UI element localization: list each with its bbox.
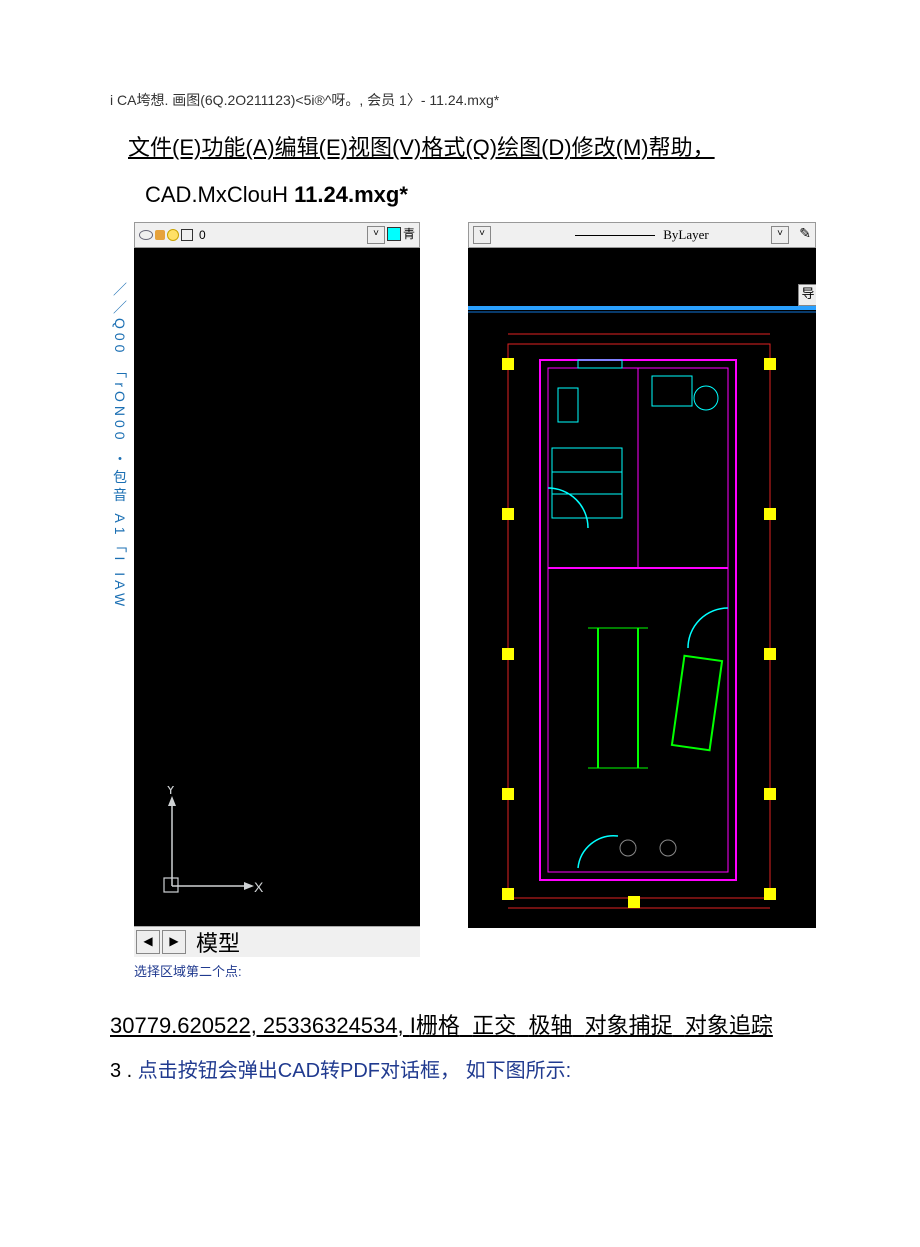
vertical-sidebar-text: ／／Q00 「rON00 ・包音 A1「I IAW: [110, 222, 134, 980]
layer-freeze-icon[interactable]: [167, 229, 179, 241]
linetype-label: ByLayer: [663, 227, 708, 243]
svg-text:Y: Y: [166, 786, 176, 797]
menu-help[interactable]: 帮助，: [649, 135, 715, 160]
ortho-toggle[interactable]: 正交: [472, 1013, 516, 1038]
step-number: 3 .: [110, 1060, 138, 1082]
color-swatch-icon: [387, 227, 401, 241]
floorplan-drawing: [468, 248, 816, 928]
command-prompt: 选择区域第二个点:: [134, 961, 420, 980]
grid-toggle[interactable]: I栅格: [410, 1013, 460, 1038]
polar-toggle[interactable]: 极轴: [528, 1013, 572, 1038]
menu-draw[interactable]: 绘图(D): [497, 135, 572, 160]
doc-title-name: 11.24.mxg*: [294, 182, 408, 207]
document-title: CAD.MxClouH 11.24.mxg*: [145, 182, 810, 208]
step-text: 点击按钮会弹出CAD转PDF对话框， 如下图所示:: [138, 1060, 571, 1082]
left-dropdown-icon[interactable]: ˅: [473, 226, 491, 244]
status-bar: 30779.620522, 25336324534, I栅格 正交 极轴 对象捕…: [110, 1008, 810, 1040]
tab-model[interactable]: 模型: [196, 926, 240, 958]
layer-dropdown-icon[interactable]: ˅: [367, 226, 385, 244]
menu-file[interactable]: 文件(E): [128, 135, 201, 160]
ucs-icon: X Y: [154, 786, 264, 906]
layer-toolbar: 0 ˅ 青: [134, 222, 420, 248]
left-cad-panel: 0 ˅ 青 X Y: [134, 222, 420, 980]
tab-prev-button[interactable]: ◀: [136, 930, 160, 954]
layer-lock-icon[interactable]: [155, 230, 165, 240]
menu-feature[interactable]: 功能(A): [201, 135, 274, 160]
model-layout-tabs: ◀ ▶ 模型: [134, 926, 420, 957]
menu-edit[interactable]: 编辑(E): [275, 135, 348, 160]
layer-visibility-icon[interactable]: [139, 230, 153, 240]
side-panel-toggle[interactable]: 导: [798, 284, 816, 306]
edit-linetype-icon[interactable]: ✎: [799, 225, 811, 242]
otrack-toggle[interactable]: 对象追踪: [685, 1013, 773, 1038]
layer-color-icon[interactable]: [181, 229, 193, 241]
menu-view[interactable]: 视图(V): [348, 135, 421, 160]
right-cad-panel: ˅ ByLayer ˅ ✎ 导: [468, 222, 816, 928]
osnap-toggle[interactable]: 对象捕捉: [585, 1013, 673, 1038]
coordinates-readout: 30779.620522, 25336324534,: [110, 1013, 410, 1038]
window-title: i CA垮想. 画图(6Q.2O211123)<5i®^呀。, 会员 1〉- 1…: [110, 90, 810, 110]
menu-bar: 文件(E)功能(A)编辑(E)视图(V)格式(Q)绘图(D)修改(M)帮助，: [128, 130, 810, 162]
cad-viewport-left[interactable]: X Y: [134, 248, 425, 926]
menu-format[interactable]: 格式(Q): [421, 135, 497, 160]
linetype-toolbar: ˅ ByLayer ˅ ✎: [468, 222, 816, 248]
color-label: 青: [403, 225, 415, 242]
menu-modify[interactable]: 修改(M): [572, 135, 649, 160]
tab-next-button[interactable]: ▶: [162, 930, 186, 954]
doc-title-prefix: CAD.MxClouH: [145, 182, 294, 207]
linetype-preview-icon: [575, 235, 655, 236]
svg-text:X: X: [254, 879, 264, 895]
linetype-dropdown-icon[interactable]: ˅: [771, 226, 789, 244]
instruction-step: 3 . 点击按钮会弹出CAD转PDF对话框， 如下图所示:: [110, 1054, 810, 1083]
color-dropdown[interactable]: 青: [387, 225, 415, 242]
cad-viewport-right[interactable]: 导: [468, 248, 816, 928]
layer-name-label: 0: [199, 228, 206, 242]
